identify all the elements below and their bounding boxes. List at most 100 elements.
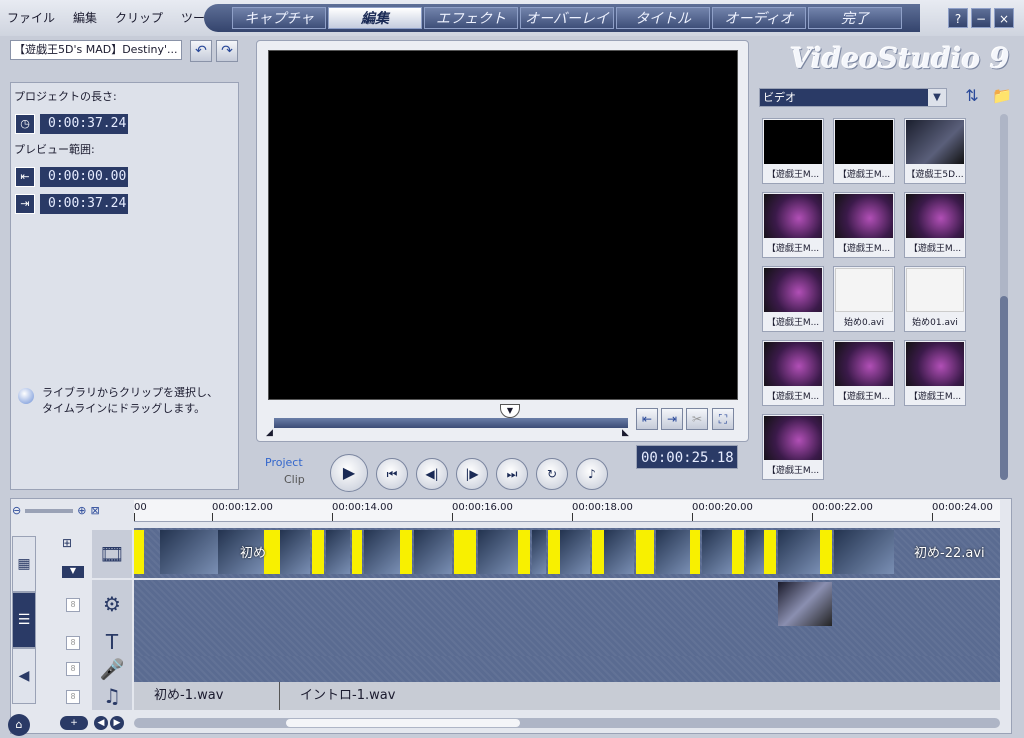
library-thumbnail[interactable]: 【遊戯王M... <box>762 118 824 184</box>
trim-start-marker-icon[interactable]: ◢ <box>266 428 273 438</box>
step-effect[interactable]: エフェクト <box>424 7 518 29</box>
video-clip[interactable] <box>414 530 452 574</box>
step-share[interactable]: 完了 <box>808 7 902 29</box>
add-clip-icon[interactable]: + <box>60 716 88 730</box>
transition-block[interactable] <box>820 530 832 574</box>
scroll-right-icon[interactable]: ▶ <box>110 716 124 730</box>
video-clip[interactable] <box>834 530 894 574</box>
transition-block[interactable] <box>732 530 744 574</box>
undo-icon[interactable]: ↶ <box>190 40 212 62</box>
play-button[interactable]: ▶ <box>330 454 368 492</box>
video-clip[interactable] <box>702 530 732 574</box>
video-clip[interactable] <box>478 530 518 574</box>
video-clip[interactable] <box>326 530 350 574</box>
scrubber-bar[interactable] <box>274 418 628 428</box>
audio-clip[interactable]: 初め-1.wav <box>134 682 280 710</box>
library-thumbnail[interactable]: 始め01.avi <box>904 266 966 332</box>
library-thumbnail[interactable]: 始め0.avi <box>833 266 895 332</box>
transition-block[interactable] <box>592 530 604 574</box>
menu-file[interactable]: ファイル <box>4 8 58 27</box>
volume-button[interactable]: ♪ <box>576 458 608 490</box>
video-clip[interactable] <box>364 530 400 574</box>
library-thumbnail[interactable]: 【遊戯王M... <box>762 414 824 480</box>
home-button[interactable]: ⏮ <box>376 458 408 490</box>
lock-icon[interactable]: 8 <box>66 636 80 650</box>
library-scroll-thumb[interactable] <box>1000 296 1008 480</box>
library-thumbnail[interactable]: 【遊戯王M... <box>762 192 824 258</box>
library-category-select[interactable]: ビデオ ▼ <box>759 88 947 107</box>
fit-icon[interactable]: ⊠ <box>90 504 99 517</box>
transition-block[interactable] <box>400 530 412 574</box>
mark-in-button-icon[interactable]: ⇤ <box>636 408 658 430</box>
step-overlay[interactable]: オーバーレイ <box>520 7 614 29</box>
end-button[interactable]: ⏭ <box>496 458 528 490</box>
previous-frame-button[interactable]: ◀| <box>416 458 448 490</box>
audio-view-tab[interactable]: ◀ <box>12 648 36 704</box>
transition-block[interactable] <box>764 530 776 574</box>
title-track[interactable] <box>134 628 1000 656</box>
transition-block[interactable] <box>134 530 144 574</box>
lock-icon[interactable]: 8 <box>66 662 80 676</box>
menu-edit[interactable]: 編集 <box>70 8 100 27</box>
transition-block[interactable] <box>264 530 280 574</box>
video-clip[interactable] <box>604 530 634 574</box>
zoom-out-icon[interactable]: ⊖ <box>12 504 21 517</box>
library-thumbnail[interactable]: 【遊戯王M... <box>762 266 824 332</box>
library-thumbnail[interactable]: 【遊戯王M... <box>762 340 824 406</box>
timecode-display[interactable]: 00:00:25.18 <box>636 445 738 469</box>
mark-out-icon[interactable]: ⇥ <box>15 194 35 214</box>
timeline-scroll-thumb[interactable] <box>286 719 520 727</box>
transition-block[interactable] <box>548 530 560 574</box>
library-thumbnail[interactable]: 【遊戯王5D... <box>904 118 966 184</box>
step-audio[interactable]: オーディオ <box>712 7 806 29</box>
transition-block[interactable] <box>454 530 476 574</box>
lock-icon[interactable]: 8 <box>66 690 80 704</box>
music-track[interactable]: 初め-1.wav イントロ-1.wav <box>134 682 1000 710</box>
zoom-slider[interactable] <box>25 508 74 513</box>
track-manager-icon[interactable]: ⊞ <box>62 536 84 552</box>
step-capture[interactable]: キャプチャ <box>232 7 326 29</box>
video-clip[interactable] <box>746 530 764 574</box>
help-button[interactable]: ? <box>948 8 968 28</box>
transition-block[interactable] <box>636 530 654 574</box>
video-clip[interactable] <box>532 530 546 574</box>
library-thumbnail[interactable]: 【遊戯王M... <box>904 192 966 258</box>
scissors-icon[interactable]: ✂ <box>686 408 708 430</box>
step-title[interactable]: タイトル <box>616 7 710 29</box>
next-frame-button[interactable]: |▶ <box>456 458 488 490</box>
repeat-button[interactable]: ↻ <box>536 458 568 490</box>
timeline-ruler[interactable]: 00 00:00:12.00 00:00:14.00 00:00:16.00 00:00… <box>134 500 1000 522</box>
enlarge-icon[interactable]: ⛶ <box>712 408 734 430</box>
zoom-in-icon[interactable]: ⊕ <box>77 504 86 517</box>
transition-block[interactable] <box>352 530 362 574</box>
sort-icon[interactable]: ⇅ <box>960 86 984 108</box>
timeline-scrollbar[interactable] <box>134 718 1000 728</box>
transition-block[interactable] <box>312 530 324 574</box>
mark-out-button-icon[interactable]: ⇥ <box>661 408 683 430</box>
overlay-clip[interactable] <box>778 582 832 626</box>
library-toggle-icon[interactable]: ⌂ <box>8 714 30 736</box>
voice-track[interactable] <box>134 656 1000 682</box>
audio-clip[interactable]: イントロ-1.wav <box>280 682 1000 710</box>
storyboard-view-tab[interactable]: ▦ <box>12 536 36 592</box>
video-clip[interactable] <box>280 530 310 574</box>
library-thumbnail[interactable]: 【遊戯王M... <box>904 340 966 406</box>
video-clip[interactable] <box>656 530 690 574</box>
trim-end-marker-icon[interactable]: ◣ <box>622 428 629 438</box>
library-thumbnail[interactable]: 【遊戯王M... <box>833 118 895 184</box>
close-button[interactable]: × <box>994 8 1014 28</box>
timeline-view-tab[interactable]: ☰ <box>12 592 36 648</box>
library-thumbnail[interactable]: 【遊戯王M... <box>833 340 895 406</box>
video-track[interactable]: 初め 初め-22.avi <box>134 528 1000 578</box>
mark-in-icon[interactable]: ⇤ <box>15 167 35 187</box>
menu-clip[interactable]: クリップ <box>112 8 166 27</box>
video-clip[interactable] <box>160 530 218 574</box>
scroll-left-icon[interactable]: ◀ <box>94 716 108 730</box>
chevron-down-icon[interactable]: ▼ <box>928 89 946 106</box>
lock-icon[interactable]: 8 <box>66 598 80 612</box>
minimize-button[interactable]: − <box>971 8 991 28</box>
transition-block[interactable] <box>518 530 530 574</box>
redo-icon[interactable]: ↷ <box>216 40 238 62</box>
clip-mode-label[interactable]: Clip <box>284 473 305 486</box>
track-menu-chevron-icon[interactable]: ▼ <box>62 566 84 578</box>
